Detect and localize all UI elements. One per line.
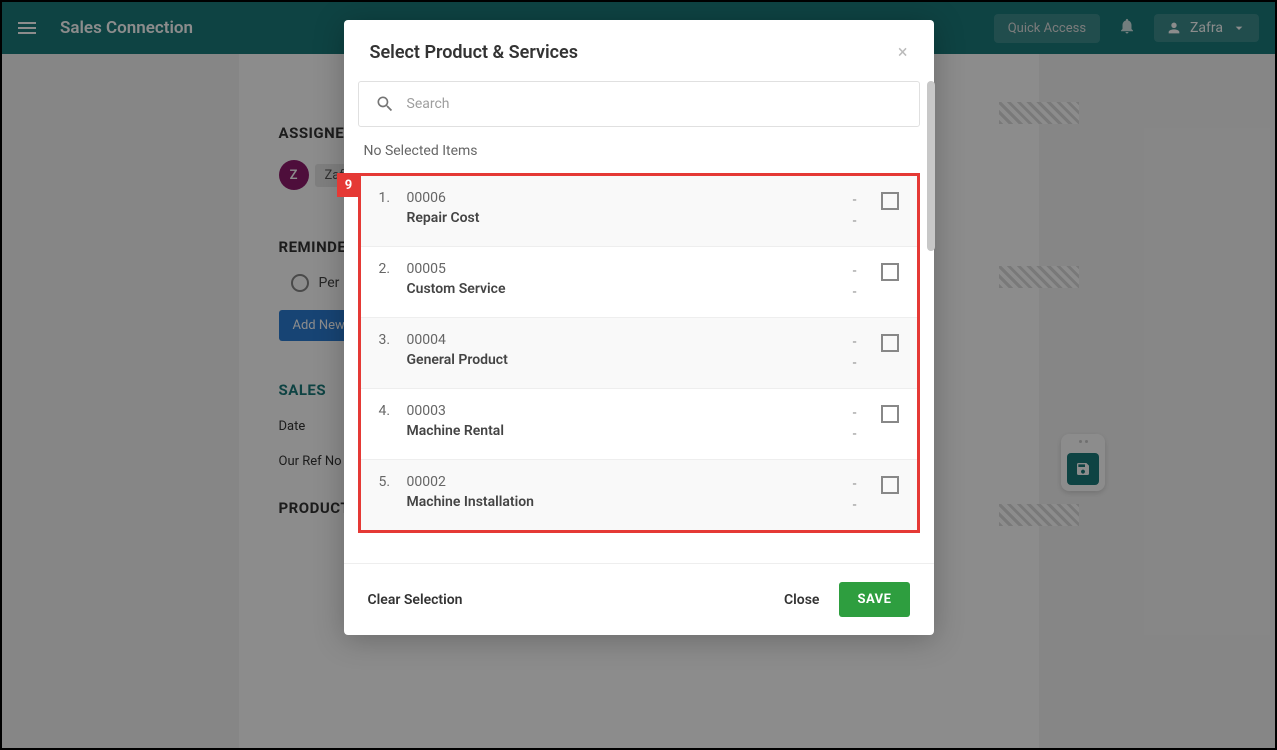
list-item[interactable]: 1. 00006 Repair Cost --	[361, 176, 917, 247]
clear-selection-button[interactable]: Clear Selection	[368, 592, 463, 608]
select-product-modal: Select Product & Services × No Selected …	[344, 20, 934, 635]
list-item[interactable]: 5. 00002 Machine Installation --	[361, 460, 917, 530]
item-number: 1.	[379, 190, 393, 206]
item-name: Machine Installation	[407, 494, 839, 510]
list-item[interactable]: 3. 00004 General Product --	[361, 318, 917, 389]
item-number: 5.	[379, 474, 393, 490]
item-code: 00003	[407, 403, 839, 419]
item-checkbox[interactable]	[881, 263, 899, 281]
item-number: 4.	[379, 403, 393, 419]
search-box[interactable]	[358, 81, 920, 127]
no-selected-text: No Selected Items	[364, 143, 914, 159]
item-name: Custom Service	[407, 281, 839, 297]
search-icon	[375, 94, 395, 114]
item-price: --	[853, 403, 857, 445]
modal-title: Select Product & Services	[370, 42, 578, 63]
item-code: 00002	[407, 474, 839, 490]
item-price: --	[853, 332, 857, 374]
item-code: 00006	[407, 190, 839, 206]
search-input[interactable]	[407, 96, 903, 112]
list-item[interactable]: 4. 00003 Machine Rental --	[361, 389, 917, 460]
save-button[interactable]: SAVE	[839, 582, 909, 617]
item-price: --	[853, 261, 857, 303]
callout-badge: 9	[337, 173, 361, 197]
item-name: Machine Rental	[407, 423, 839, 439]
close-button[interactable]: Close	[784, 592, 819, 608]
item-price: --	[853, 190, 857, 232]
item-checkbox[interactable]	[881, 334, 899, 352]
item-name: Repair Cost	[407, 210, 839, 226]
item-price: --	[853, 474, 857, 516]
item-code: 00004	[407, 332, 839, 348]
scrollbar[interactable]	[927, 81, 935, 251]
item-checkbox[interactable]	[881, 192, 899, 210]
item-checkbox[interactable]	[881, 476, 899, 494]
item-name: General Product	[407, 352, 839, 368]
product-list: 9 1. 00006 Repair Cost -- 2. 00005 Custo…	[358, 173, 920, 533]
item-number: 2.	[379, 261, 393, 277]
list-item[interactable]: 2. 00005 Custom Service --	[361, 247, 917, 318]
item-checkbox[interactable]	[881, 405, 899, 423]
close-icon[interactable]: ×	[898, 42, 908, 63]
item-code: 00005	[407, 261, 839, 277]
item-number: 3.	[379, 332, 393, 348]
